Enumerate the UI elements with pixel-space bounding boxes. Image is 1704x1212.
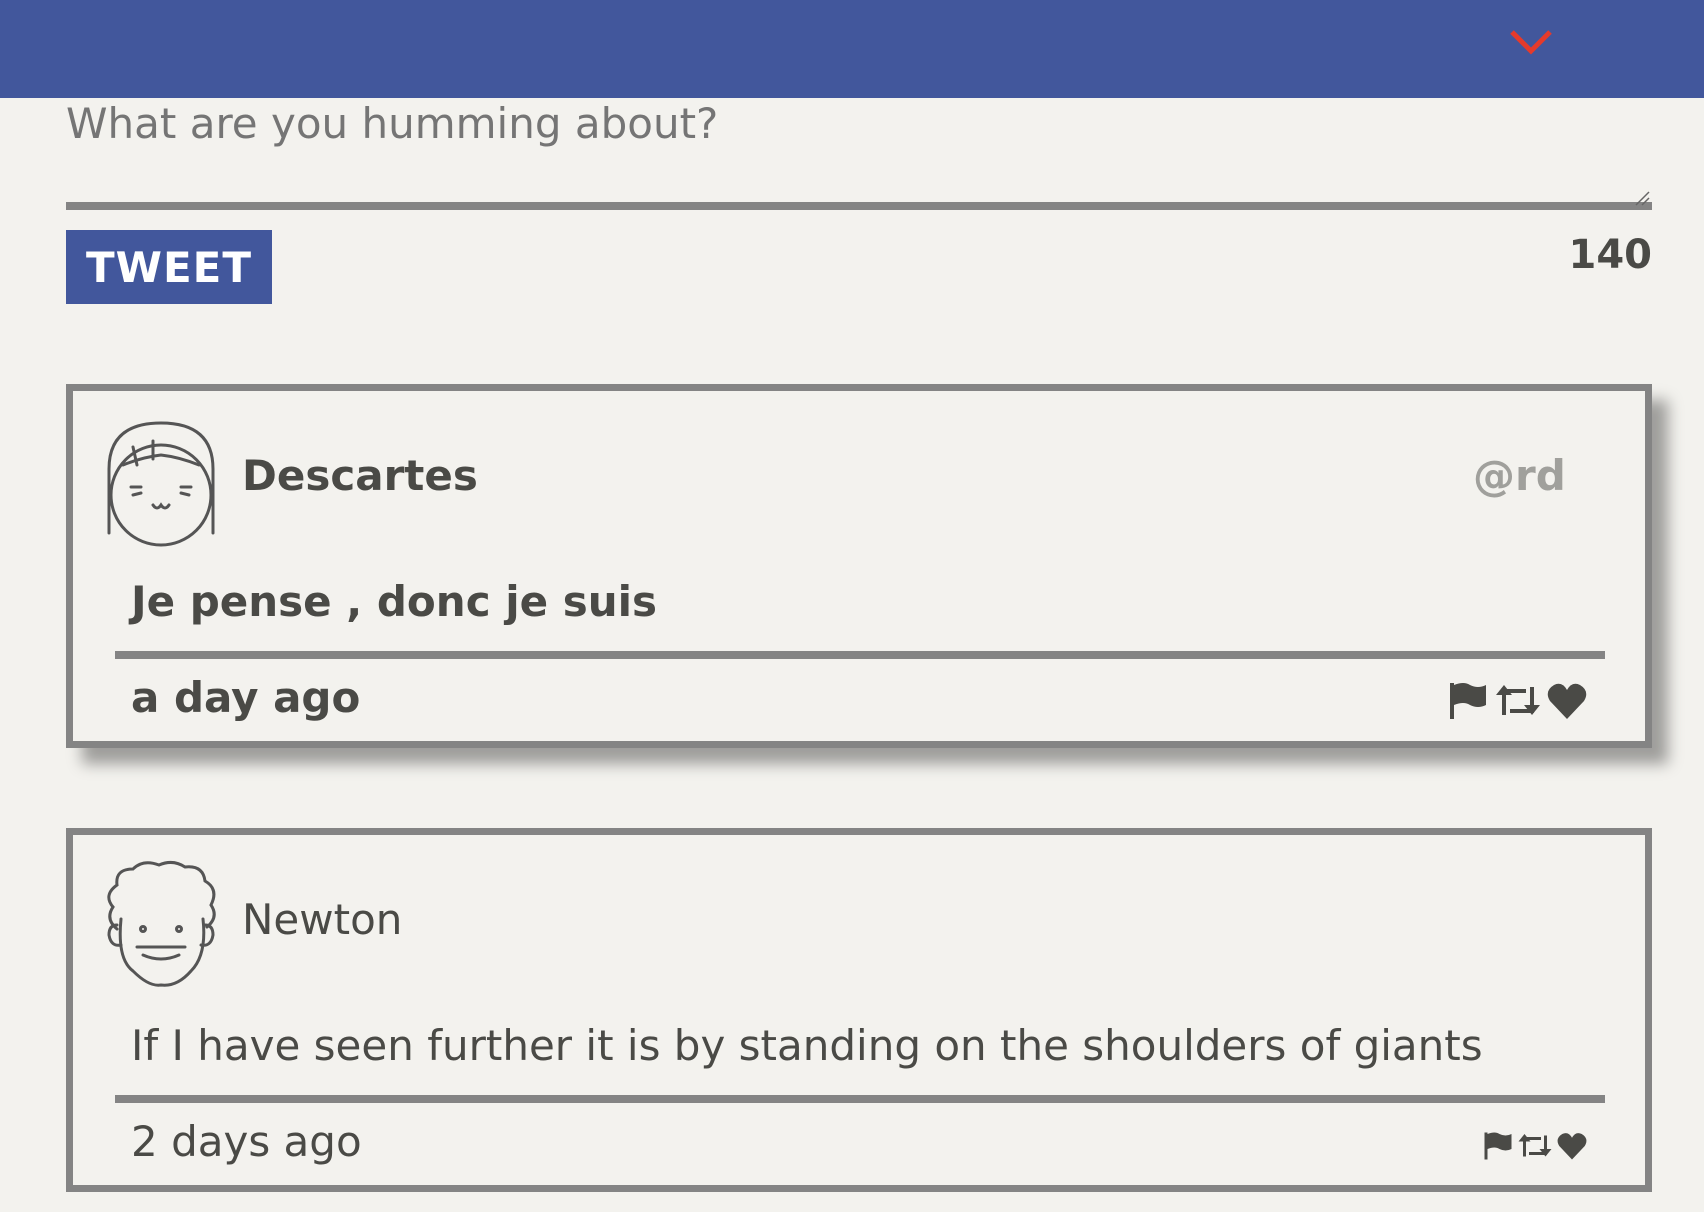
compose-area: TWEET 140 <box>66 98 1652 304</box>
top-bar <box>0 0 1704 98</box>
char-counter: 140 <box>1568 232 1653 278</box>
tweet-timestamp: 2 days ago <box>131 1117 362 1166</box>
chevron-down-icon[interactable] <box>1508 24 1554 60</box>
heart-icon[interactable] <box>1546 681 1588 721</box>
compose-input[interactable] <box>66 98 1652 210</box>
resize-grip-icon[interactable] <box>1634 190 1650 206</box>
heart-icon[interactable] <box>1556 1131 1588 1161</box>
tweet-card: Newton If I have seen further it is by s… <box>66 828 1652 1192</box>
tweet-actions <box>1483 1131 1588 1161</box>
flag-icon[interactable] <box>1483 1131 1513 1161</box>
retweet-icon[interactable] <box>1517 1131 1553 1161</box>
tweet-author: Descartes <box>242 451 478 500</box>
divider <box>115 1095 1605 1103</box>
tweet-message: Je pense , donc je suis <box>131 577 658 626</box>
tweet-card: Descartes @rd Je pense , donc je suis a … <box>66 384 1652 748</box>
tweet-author: Newton <box>242 895 403 944</box>
flag-icon[interactable] <box>1448 681 1488 721</box>
retweet-icon[interactable] <box>1494 681 1542 721</box>
tweet-handle[interactable]: @rd <box>1473 451 1566 500</box>
tweet-button[interactable]: TWEET <box>66 230 272 304</box>
curly-hair-avatar-icon <box>107 860 216 987</box>
tweet-message: If I have seen further it is by standing… <box>131 1021 1483 1070</box>
divider <box>115 651 1605 659</box>
girl-avatar-icon <box>107 421 215 547</box>
tweet-timestamp: a day ago <box>131 673 361 722</box>
tweet-actions <box>1448 681 1588 721</box>
